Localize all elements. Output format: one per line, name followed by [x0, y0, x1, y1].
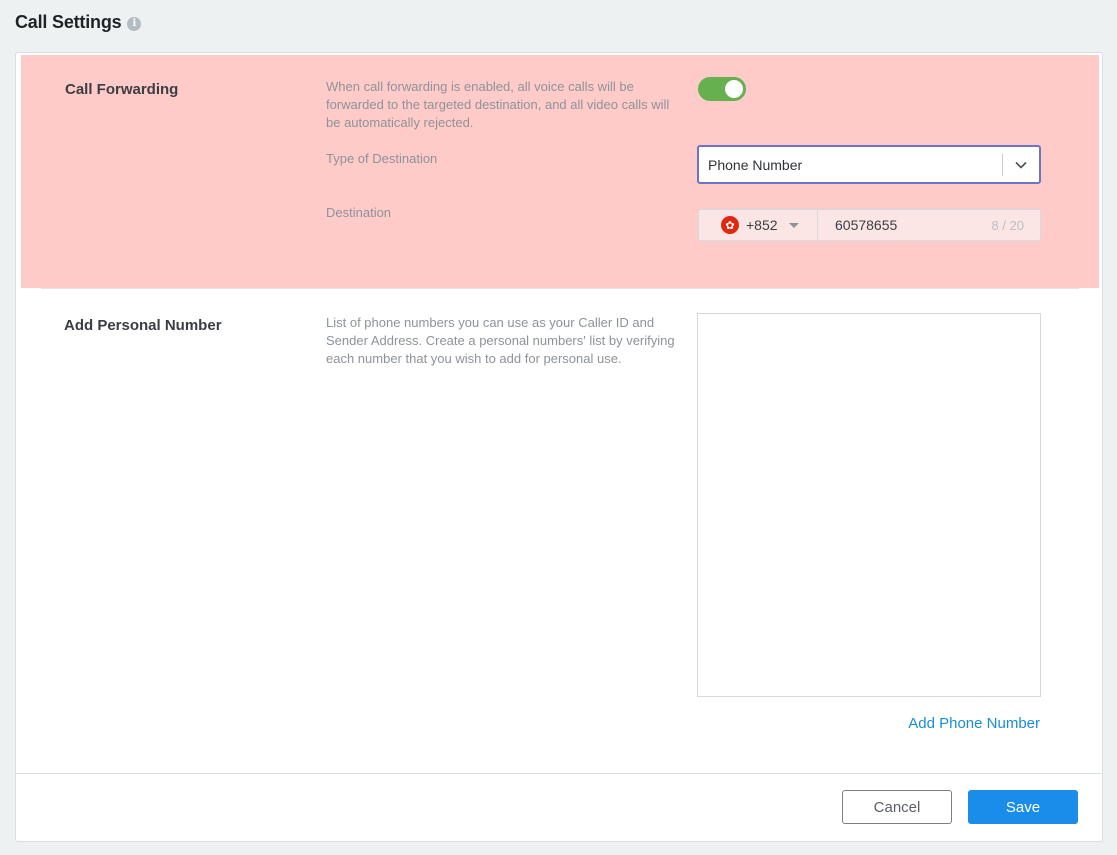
country-code: +852 — [746, 217, 778, 233]
page-header: Call Settings i — [15, 12, 142, 33]
call-forwarding-section: Call Forwarding When call forwarding is … — [21, 55, 1099, 288]
destination-type-select[interactable]: Phone Number — [697, 145, 1041, 184]
destination-label: Destination — [326, 205, 392, 220]
personal-number-title: Add Personal Number — [64, 317, 222, 334]
destination-type-value: Phone Number — [708, 156, 803, 173]
cancel-button[interactable]: Cancel — [842, 790, 952, 824]
toggle-knob — [725, 80, 743, 98]
call-forwarding-toggle[interactable] — [698, 77, 746, 101]
save-button[interactable]: Save — [968, 790, 1078, 824]
settings-card: Call Forwarding When call forwarding is … — [15, 52, 1103, 842]
char-count: 8 / 20 — [991, 217, 1024, 233]
phone-number-input[interactable]: 60578655 8 / 20 — [818, 210, 1040, 240]
destination-phone-field: ✿ +852 60578655 8 / 20 — [698, 209, 1041, 241]
call-forwarding-description: When call forwarding is enabled, all voi… — [326, 79, 670, 130]
page-title: Call Settings — [15, 12, 122, 32]
add-phone-number-link[interactable]: Add Phone Number — [908, 715, 1040, 732]
chevron-down-icon[interactable] — [1003, 161, 1039, 169]
destination-type-label: Type of Destination — [326, 151, 438, 166]
call-forwarding-title: Call Forwarding — [65, 81, 179, 98]
info-icon[interactable]: i — [127, 16, 142, 31]
caret-down-icon — [788, 222, 799, 228]
personal-number-description: List of phone numbers you can use as you… — [326, 315, 675, 366]
footer-bar: Cancel Save — [16, 773, 1102, 841]
personal-number-list[interactable] — [697, 313, 1041, 697]
hong-kong-flag-icon: ✿ — [721, 216, 739, 234]
country-code-select[interactable]: ✿ +852 — [699, 210, 818, 240]
section-divider — [41, 288, 1079, 289]
phone-number-value: 60578655 — [835, 217, 898, 233]
